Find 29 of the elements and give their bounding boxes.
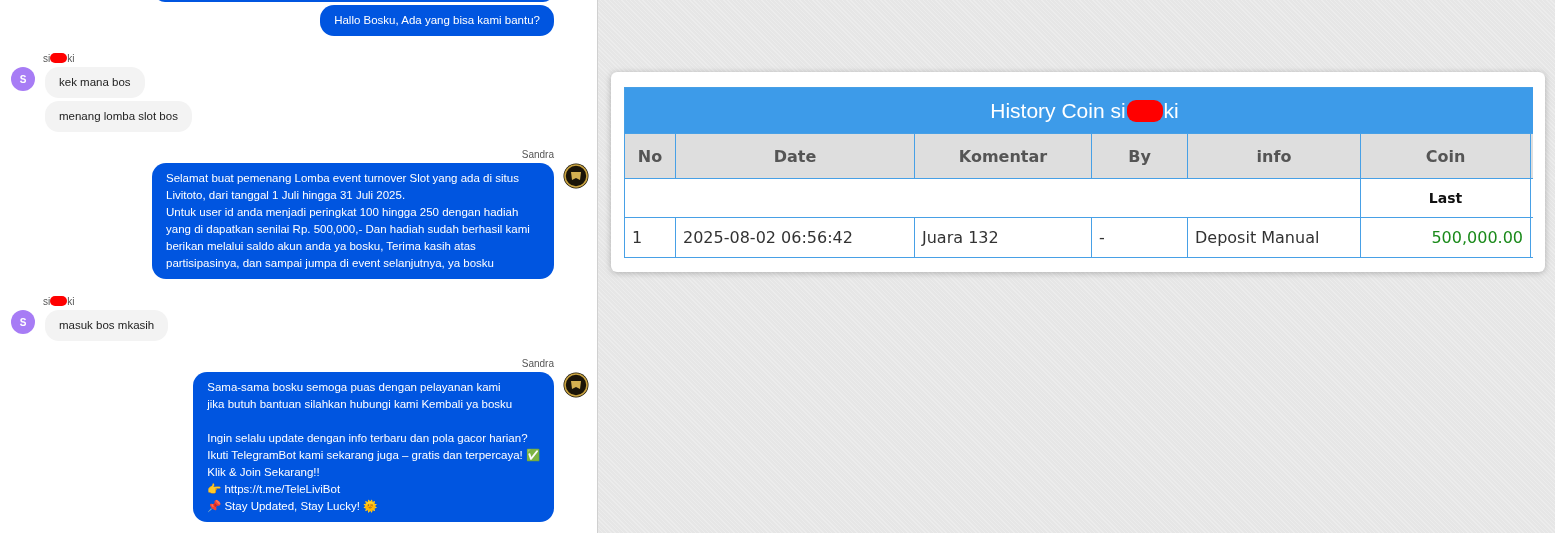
- message-bubble: masuk bos mkasih: [45, 310, 169, 341]
- table-cell: 1: [624, 217, 676, 258]
- table-cell: 500,000.00: [1360, 217, 1531, 258]
- table-cell: -: [1091, 217, 1188, 258]
- title-text: History Coin si: [990, 98, 1126, 123]
- column-header: Coin: [1360, 133, 1531, 179]
- sender-name: ki: [67, 52, 75, 64]
- column-header: Komentar: [914, 133, 1092, 179]
- message-bubble: Hallo Bosku, Ada yang bisa kami bantu?: [320, 5, 554, 36]
- column-subheader: Last: [1360, 178, 1531, 218]
- message-bubble: menang lomba slot bos: [45, 101, 192, 132]
- sender-name: ki: [67, 295, 75, 307]
- sender-name: si: [43, 52, 51, 64]
- table-cell: 2025-08-02 06:56:42: [675, 217, 915, 258]
- sender-name: Sandra: [521, 148, 554, 160]
- column-header: No: [624, 133, 676, 179]
- column-header: By: [1091, 133, 1188, 179]
- table-cell: Deposit Manual: [1187, 217, 1361, 258]
- message-bubble: Selamat buat pemenang Lomba event turnover Slot yang ada di situs Livitoto, dari tanggal 1 Juli hingga 31 Juli 2025. Untuk user id anda menjadi peringkat 100 hingga 250 dengan hadiah yang di dapatkan senilai Rp. 500,000,- Dan hadiah sudah berhasil kami berikan melalui saldo akun anda ya bosku, Terima kasih atas partisipasinya, dan sampai jumpa di event selanjutnya, ya bosku: [152, 163, 554, 279]
- column-header: Date: [675, 133, 915, 179]
- title-text: ki: [1163, 98, 1179, 123]
- avatar: S: [11, 310, 35, 334]
- avatar: S: [11, 67, 35, 91]
- message-bubble: Sama-sama bosku semoga puas dengan pelayanan kami jika butuh bantuan silahkan hubungi kami Kembali ya bosku Ingin selalu update dengan info terbaru dan pola gacor harian? Ikuti TelegramBot kami sekarang juga – gratis dan terpercaya! ✅ Klik & Join Sekarang!! 👉 https://t.me/TeleLiviBot 📌 Stay Updated, Stay Lucky! 🌞: [193, 372, 554, 522]
- sender-name: Sandra: [521, 357, 554, 369]
- message-bubble: kek mana bos: [45, 67, 145, 98]
- table-cell: Juara 132: [914, 217, 1092, 258]
- sender-name: si: [43, 295, 51, 307]
- column-header: info: [1187, 133, 1361, 179]
